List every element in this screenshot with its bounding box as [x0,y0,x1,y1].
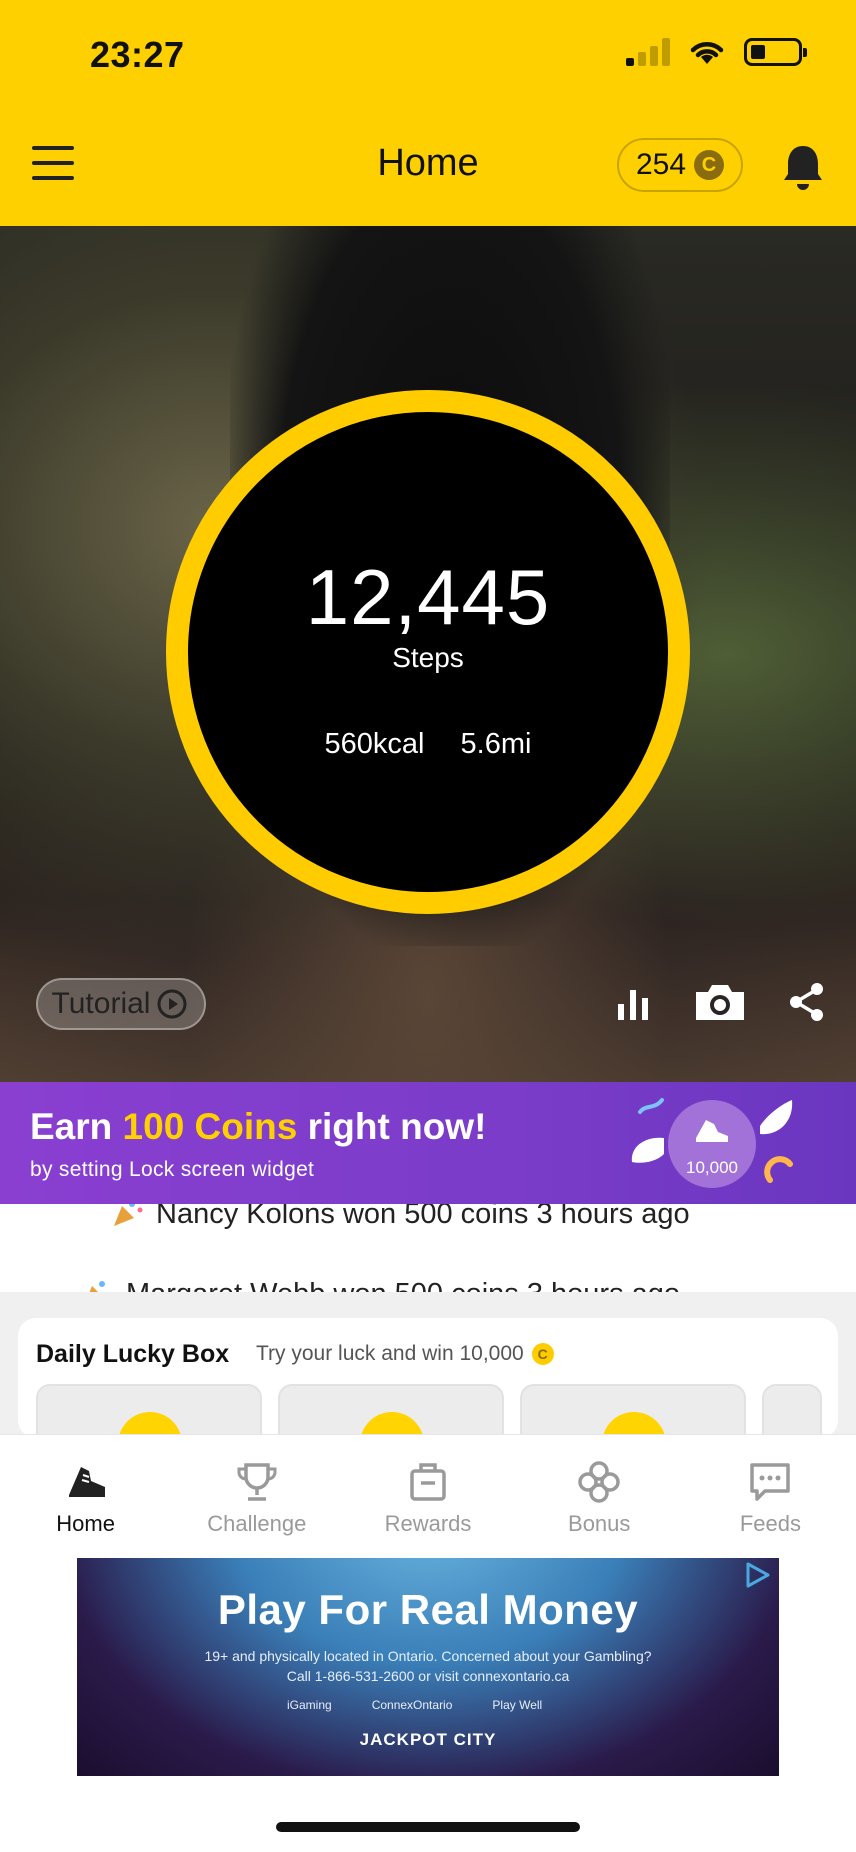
coin-icon: C [531,1343,554,1365]
hero-actions [612,980,828,1024]
wifi-icon [690,42,724,64]
ad-logo-text: Play Well [492,1698,543,1712]
replay-icon [157,989,187,1019]
reward-badge: 10,000 [668,1100,756,1188]
status-time: 23:27 [90,34,185,75]
tab-rewards[interactable]: Rewards [342,1435,513,1554]
sneaker-icon [68,1467,105,1497]
activity-stats: 560kcal 5.6mi [0,728,856,761]
share-icon[interactable] [784,980,828,1024]
tab-bonus[interactable]: Bonus [514,1435,685,1554]
ticker-item: Nancy Kolons won 500 coins 3 hours ago [110,1204,690,1231]
ad-disclaimer: 19+ and physically located in Ontario. C… [204,1648,652,1664]
wing-left-icon [631,1137,664,1163]
ticker-item: Margaret Webb won 500 coins 3 hours ago [80,1278,680,1292]
distance-value: 5.6mi [460,728,532,760]
tab-home[interactable]: Home [0,1435,171,1554]
lucky-box-list [36,1384,822,1438]
coin-icon: C [694,150,725,180]
lucky-box-subtitle: Try your luck and win 10,000 C [256,1342,554,1366]
calories-value: 560kcal [324,728,425,760]
ticker-text: Nancy Kolons won 500 coins 3 hours ago [156,1204,690,1230]
ad-logos: iGaming ConnexOntario Play Well [287,1698,542,1712]
tab-label: Feeds [739,1511,801,1536]
party-popper-icon [89,1281,105,1292]
camera-icon[interactable] [692,980,748,1024]
steps-label: Steps [392,642,464,673]
winners-ticker: Nancy Kolons won 500 coins 3 hours ago M… [0,1204,856,1292]
reward-badge-value: 10,000 [686,1158,738,1177]
lucky-box-card[interactable] [278,1384,504,1438]
ad-brand: JACKPOT CITY [359,1730,497,1749]
ad-choices-icon[interactable] [742,1560,772,1590]
sneaker-icon [696,1120,728,1142]
daily-lucky-box: Daily Lucky Box Try your luck and win 10… [18,1318,838,1438]
hero-step-counter: 12,445 Steps 560kcal 5.6mi Tutorial [0,226,856,1082]
tab-label: Challenge [207,1511,307,1536]
bottom-tab-bar: Home Challenge Rewards Bonus Feeds [0,1434,856,1554]
cellular-signal-icon [626,38,670,66]
confetti-icon [638,1098,664,1114]
party-popper-icon [114,1204,143,1226]
ad-logo-text: ConnexOntario [371,1698,453,1712]
stats-chart-icon[interactable] [612,980,656,1024]
arc-decoration-icon [764,1156,793,1183]
ad-logo-text: iGaming [287,1698,332,1712]
coin-balance[interactable]: 254 C [617,138,743,192]
promo-title: Earn 100 Coins right now! [30,1106,487,1147]
bell-icon[interactable] [780,142,826,192]
ad-disclaimer-contact: Call 1-866-531-2600 or visit connexontar… [286,1668,570,1684]
tab-label: Rewards [384,1511,472,1536]
lucky-box-title: Daily Lucky Box [36,1340,230,1368]
tab-label: Home [56,1511,115,1536]
wing-right-icon [760,1100,793,1135]
lucky-box-card[interactable] [762,1384,822,1438]
tab-feeds[interactable]: Feeds [685,1435,856,1554]
lucky-box-card[interactable] [520,1384,746,1438]
chat-icon [750,1463,791,1501]
menu-icon[interactable] [32,146,74,180]
coin-balance-value: 254 [635,148,687,181]
shopping-bag-icon [410,1463,446,1501]
home-indicator[interactable] [276,1822,580,1832]
tab-challenge[interactable]: Challenge [171,1435,342,1554]
battery-icon [744,38,807,66]
lock-screen-widget-promo[interactable]: Earn 100 Coins right now! by setting Loc… [0,1082,856,1204]
lucky-box-card[interactable] [36,1384,262,1438]
top-bar: 23:27 Home 254 C [0,0,856,226]
status-icons [626,38,807,66]
ad-title: Play For Real Money [217,1586,639,1633]
tutorial-label: Tutorial [51,987,151,1020]
steps-count: 12,445 [305,553,551,641]
tab-label: Bonus [568,1511,631,1536]
clover-icon [578,1461,620,1503]
ticker-text: Margaret Webb won 500 coins 3 hours ago [126,1278,680,1292]
promo-subtitle: by setting Lock screen widget [30,1158,315,1181]
advertisement-banner[interactable]: Play For Real Money 19+ and physically l… [77,1558,779,1776]
tutorial-button[interactable]: Tutorial [36,978,206,1030]
trophy-icon [237,1463,277,1501]
